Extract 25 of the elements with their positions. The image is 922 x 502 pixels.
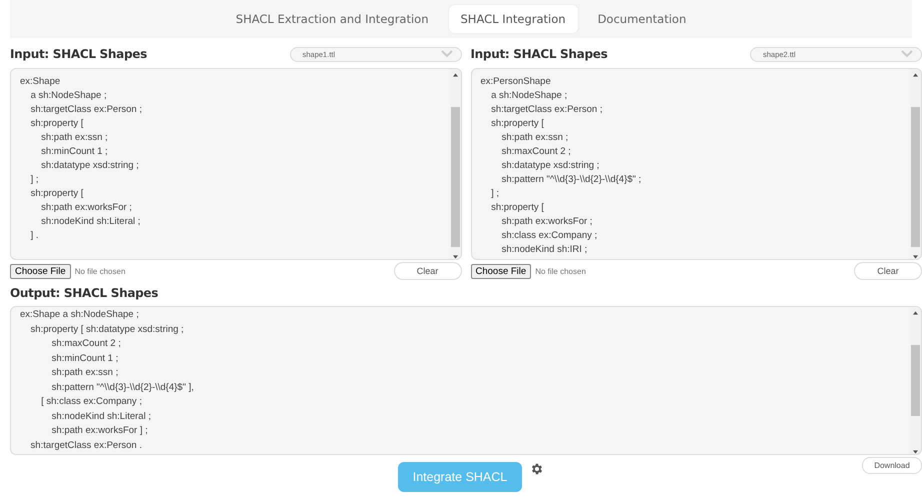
nav-tab[interactable]: SHACL Integration: [448, 5, 578, 33]
scrollbar[interactable]: [450, 69, 460, 259]
scroll-down-icon[interactable]: [913, 450, 918, 454]
scroll-down-icon[interactable]: [452, 255, 458, 259]
file-status: No file chosen: [74, 266, 126, 276]
scroll-down-icon[interactable]: [913, 255, 918, 259]
settings-icon[interactable]: [530, 462, 544, 476]
nav-tab[interactable]: Documentation: [586, 5, 698, 33]
scroll-up-icon[interactable]: [913, 73, 918, 77]
scroll-up-icon[interactable]: [913, 311, 918, 315]
file-status: No file chosen: [535, 266, 586, 276]
chevron-icon: [901, 50, 913, 58]
clear-button[interactable]: Clear: [854, 262, 922, 280]
choose-file-button[interactable]: Choose File: [470, 264, 532, 278]
panel-title: Input: SHACL Shapes: [470, 47, 608, 61]
scrollbar[interactable]: [910, 307, 921, 454]
scrollbar[interactable]: [910, 69, 921, 259]
nav-tab[interactable]: SHACL Extraction and Integration: [224, 5, 440, 33]
panel-title: Input: SHACL Shapes: [10, 47, 147, 61]
scroll-up-icon[interactable]: [452, 73, 458, 77]
chevron-icon: [440, 50, 452, 58]
panel-title: Output: SHACL Shapes: [10, 286, 158, 300]
choose-file-button[interactable]: Choose File: [10, 264, 71, 278]
download-button[interactable]: Download: [862, 457, 922, 474]
clear-button[interactable]: Clear: [394, 262, 462, 280]
